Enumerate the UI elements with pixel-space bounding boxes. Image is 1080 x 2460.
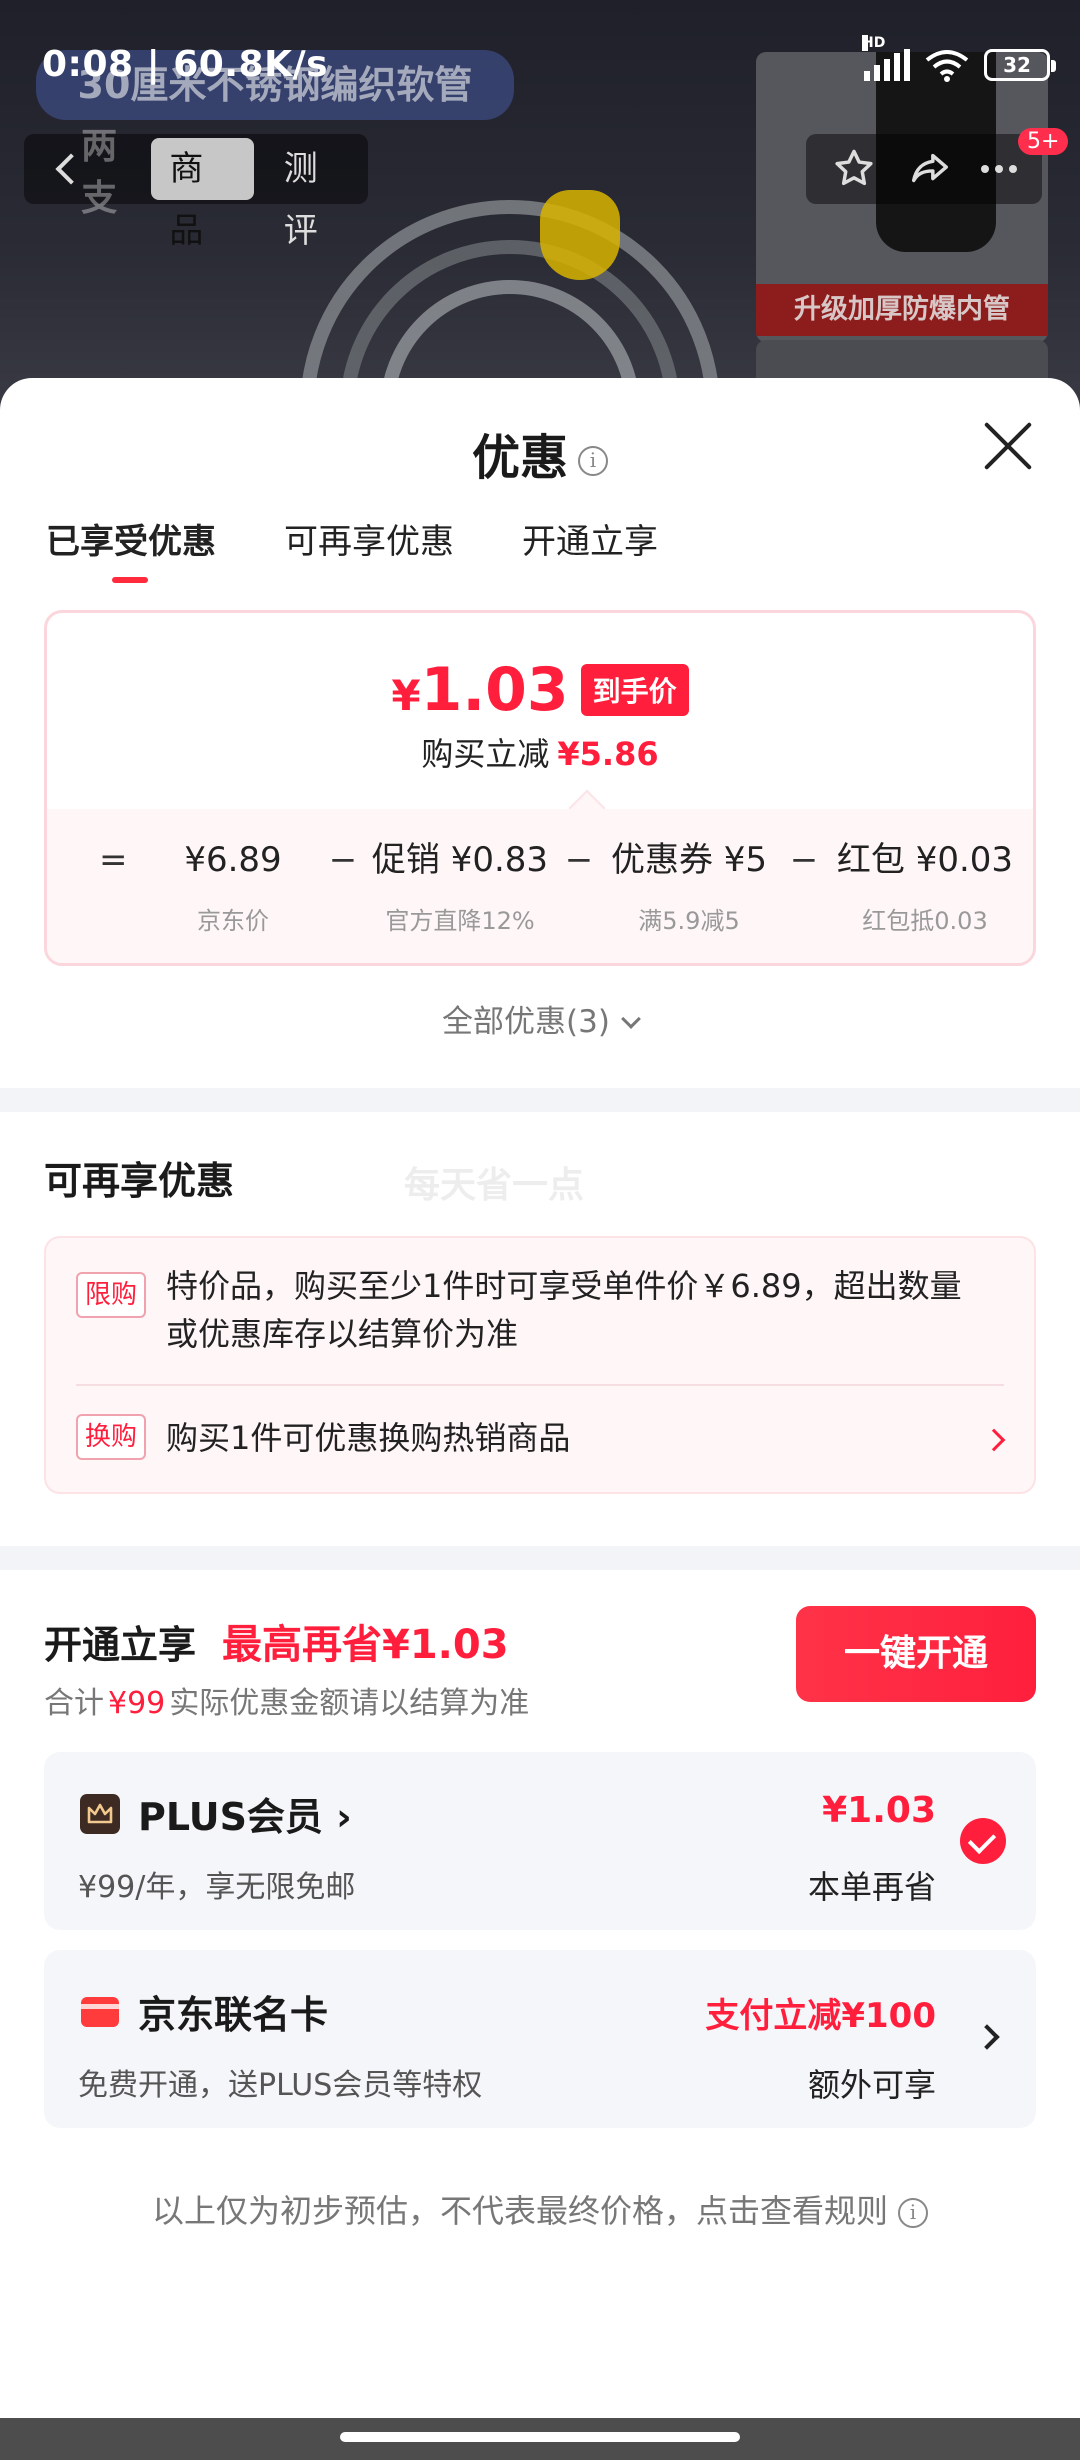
sheet-title-text: 优惠 [471,430,568,486]
all-promos-toggle[interactable]: 全部优惠(3) [0,996,1080,1041]
formula-sub: 官方直降12% [385,907,535,935]
final-price-tag: 到手价 [580,664,689,716]
info-icon[interactable]: i [898,2198,928,2228]
info-icon[interactable]: i [578,446,608,476]
card-discount: 支付立减¥100 [705,1996,936,2036]
formula-operator: − [789,840,819,880]
close-icon[interactable] [982,420,1034,472]
total-hint: 合计 ¥99 实际优惠金额请以结算为准 [44,1678,529,1722]
price-breakdown-card: ¥1.03 到手价 购买立减 ¥5.86 = ¥6.89 京东价 − 促销 ¥0.… [44,610,1036,966]
open-section-title-row: 开通立享 最高再省¥1.03 [44,1612,509,1670]
more-promos-card: 限购 特价品，购买至少1件时可享受单件价￥6.89，超出数量或优惠库存以结算价为… [44,1236,1036,1494]
total-value: ¥99 [108,1686,166,1721]
rules-note[interactable]: 以上仅为初步预估，不代表最终价格，点击查看规则 i [0,2186,1080,2232]
reduce-line: 购买立减 ¥5.86 [47,729,1033,775]
jd-cobrand-card[interactable]: 京东联名卡 免费开通，送PLUS会员等特权 支付立减¥100 额外可享 [44,1950,1036,2128]
price-formula: = ¥6.89 京东价 − 促销 ¥0.83 官方直降12% − 优惠券 ¥5 … [47,789,1033,963]
more-icon[interactable] [981,165,1018,173]
section-divider [0,1546,1080,1570]
limit-label: 限购 [76,1272,146,1318]
plus-sub: ¥99/年，享无限免邮 [78,1870,356,1905]
share-icon[interactable] [906,146,952,192]
status-time-speed: 0:08 | 60.8K/s [42,44,329,85]
formula-value: 优惠券 ¥5 [610,840,768,880]
total-note: 实际优惠金额请以结算为准 [169,1686,530,1721]
more-section-title: 可再享优惠 [44,1159,235,1203]
section-divider [0,1088,1080,1112]
exchange-text: 购买1件可优惠换购热销商品 [166,1419,571,1457]
credit-card-icon [81,1997,119,2027]
hose-clip-image [540,190,620,280]
nav-ghost-text: 两支 [81,126,118,219]
tab-more-available[interactable]: 可再享优惠 [284,514,454,583]
limit-text: 特价品，购买至少1件时可享受单件价￥6.89，超出数量或优惠库存以结算价为准 [166,1267,962,1353]
formula-sub: 红包抵0.03 [862,907,988,935]
formula-sub: 京东价 [197,907,269,935]
chevron-down-icon [621,1009,641,1029]
crown-icon [80,1794,120,1834]
tab-enjoyed[interactable]: 已享受优惠 [46,514,216,583]
card-sub: 免费开通，送PLUS会员等特权 [78,2068,483,2103]
card-extra-label: 额外可享 [807,2066,936,2104]
tab-open-enjoy[interactable]: 开通立享 [522,514,658,583]
checked-icon[interactable] [960,1818,1006,1864]
formula-promotion: 促销 ¥0.83 官方直降12% [367,837,553,936]
total-label: 合计 [44,1686,104,1721]
final-price-value: 1.03 [420,655,569,725]
card-title: 京东联名卡 [138,1993,329,2037]
hd-label: HD [862,35,885,51]
status-icons: HD 32 [862,35,1056,82]
rules-note-text: 以上仅为初步预估，不代表最终价格，点击查看规则 [151,2192,888,2230]
thumbnail-banner: 升级加厚防爆内管 [756,284,1048,336]
reduce-value: ¥5.86 [557,735,659,773]
promo-sheet: 优惠 i 已享受优惠 可再享优惠 开通立享 ¥1.03 到手价 购买立减 ¥5.86… [0,378,1080,2418]
sheet-title: 优惠 i [0,418,1080,488]
formula-value: 促销 ¥0.83 [371,840,549,880]
tab-review[interactable]: 测评 [266,138,368,251]
promo-tabs: 已享受优惠 可再享优惠 开通立享 [46,514,658,583]
message-badge: 5+ [1018,128,1069,155]
formula-coupon: 优惠券 ¥5 满5.9减5 [605,837,773,936]
max-save: 最高再省¥1.03 [222,1622,509,1668]
watermark: 每天省一点 [404,1165,585,1206]
currency-symbol: ¥ [391,671,421,720]
formula-redpacket: 红包 ¥0.03 红包抵0.03 [835,837,1015,936]
formula-operator: − [564,840,594,880]
price-summary: ¥1.03 到手价 购买立减 ¥5.86 [47,613,1033,809]
plus-member-card[interactable]: PLUS会员 › ¥99/年，享无限免邮 ¥1.03 本单再省 [44,1752,1036,1930]
all-promos-label: 全部优惠(3) [442,1004,610,1040]
plus-save-value: ¥1.03 [822,1790,936,1831]
wifi-icon [925,50,969,82]
final-price-row: ¥1.03 到手价 [47,655,1033,725]
exchange-label: 换购 [76,1414,146,1460]
formula-operator: = [99,840,128,880]
back-arrow-icon[interactable] [52,152,85,186]
tab-product[interactable]: 商品 [151,138,254,251]
final-price: ¥1.03 [391,655,568,725]
system-nav-bar [0,2418,1080,2460]
reduce-label: 购买立减 [421,735,550,773]
formula-jd-price: ¥6.89 京东价 [153,837,313,936]
top-actions [806,134,1042,204]
open-section-title: 开通立享 [44,1623,197,1667]
chevron-right-icon [974,2024,1000,2050]
formula-sub: 满5.9减5 [638,907,740,935]
exchange-purchase-row[interactable]: 换购 购买1件可优惠换购热销商品 [46,1386,1034,1492]
top-nav: 两支 商品 测评 [24,126,368,251]
formula-value: ¥6.89 [184,840,282,880]
plus-save-label: 本单再省 [807,1868,936,1906]
one-click-open-button[interactable]: 一键开通 [796,1606,1036,1702]
formula-row: = ¥6.89 京东价 − 促销 ¥0.83 官方直降12% − 优惠券 ¥5 … [99,837,1015,936]
formula-operator: − [328,840,358,880]
limit-purchase-row: 限购 特价品，购买至少1件时可享受单件价￥6.89，超出数量或优惠库存以结算价为… [46,1238,1034,1384]
battery-icon: 32 [984,49,1056,81]
home-indicator[interactable] [340,2432,740,2442]
plus-title: PLUS会员 › [138,1795,352,1839]
signal-icon: HD [862,35,910,81]
star-icon[interactable] [831,146,877,192]
formula-value: 红包 ¥0.03 [836,840,1014,880]
